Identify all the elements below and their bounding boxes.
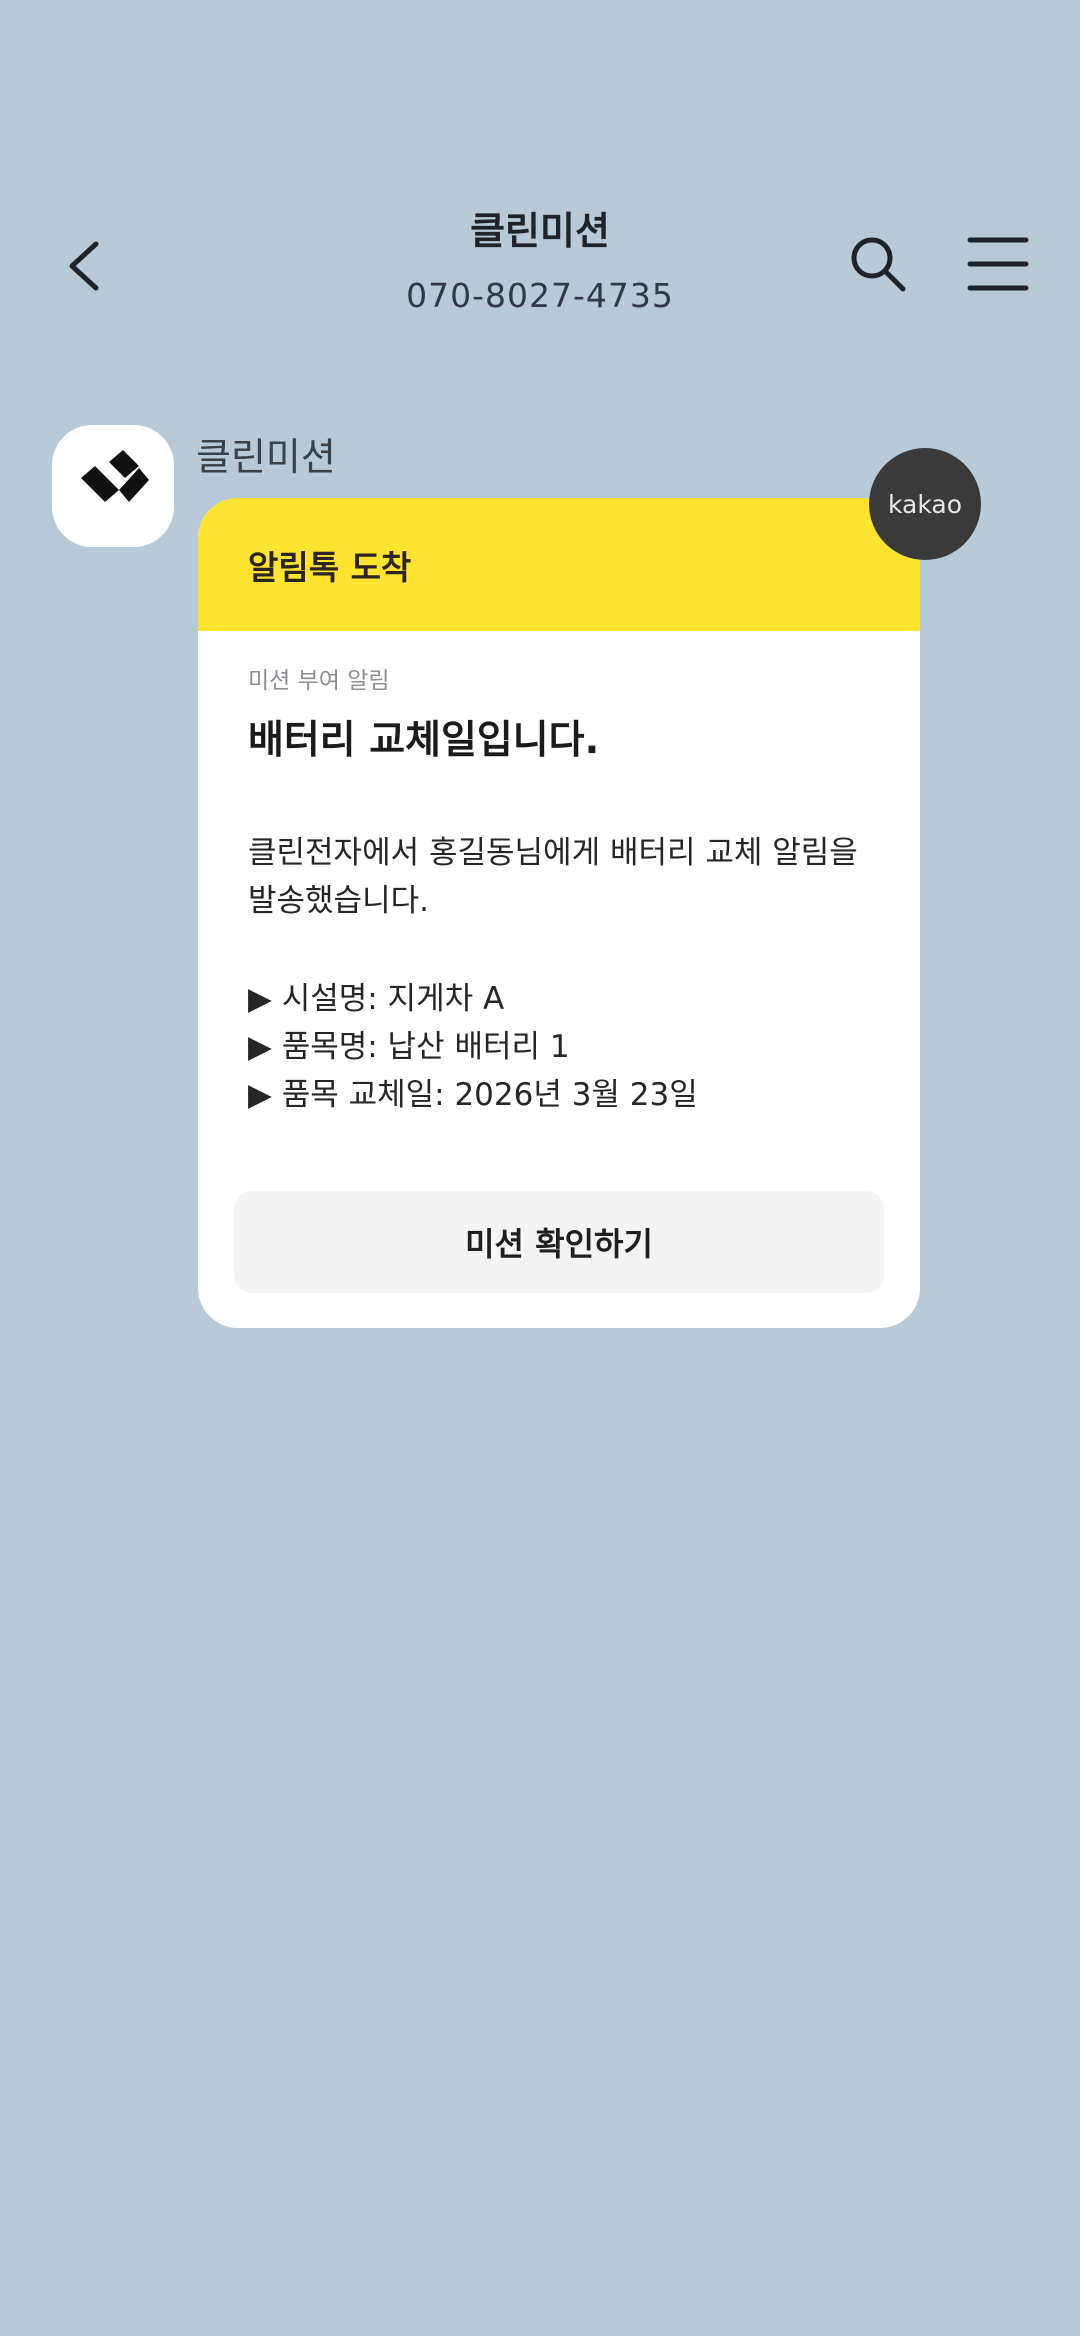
- mission-confirm-button[interactable]: 미션 확인하기: [234, 1191, 884, 1293]
- search-button[interactable]: [838, 224, 918, 304]
- detail-replace-date: ▶ 품목 교체일: 2026년 3월 23일: [248, 1077, 698, 1113]
- detail-facility: ▶ 시설명: 지게차 A: [248, 981, 505, 1017]
- search-icon: [851, 237, 906, 292]
- kakao-badge: kakao: [869, 448, 981, 560]
- card-header: 알림톡 도착: [198, 498, 920, 631]
- sender-name: 클린미션: [196, 435, 336, 479]
- menu-button[interactable]: [958, 224, 1038, 304]
- card-description: 클린전자에서 홍길동님에게 배터리 교체 알림을 발송했습니다.: [248, 835, 858, 919]
- brand-logo-icon: [81, 450, 149, 502]
- sender-avatar[interactable]: [52, 425, 174, 547]
- card-details: ▶ 시설명: 지게차 A ▶ 품목명: 납산 배터리 1 ▶ 품목 교체일: 2…: [248, 975, 870, 1119]
- card-title: 배터리 교체일입니다.: [248, 718, 600, 763]
- hamburger-menu-icon: [967, 237, 1029, 291]
- card-body: 미션 부여 알림 배터리 교체일입니다. 클린전자에서 홍길동님에게 배터리 교…: [198, 661, 920, 1119]
- chat-screen: 클린미션 070-8027-4735 클린미션 알림톡 도착 미션 부여 알림 …: [0, 0, 1080, 2336]
- chat-title: 클린미션: [470, 209, 610, 253]
- detail-item: ▶ 품목명: 납산 배터리 1: [248, 1029, 570, 1065]
- chat-phone-number: 070-8027-4735: [406, 276, 674, 315]
- alimtalk-card: 알림톡 도착 미션 부여 알림 배터리 교체일입니다. 클린전자에서 홍길동님에…: [198, 498, 920, 1328]
- card-subtitle: 미션 부여 알림: [248, 668, 390, 694]
